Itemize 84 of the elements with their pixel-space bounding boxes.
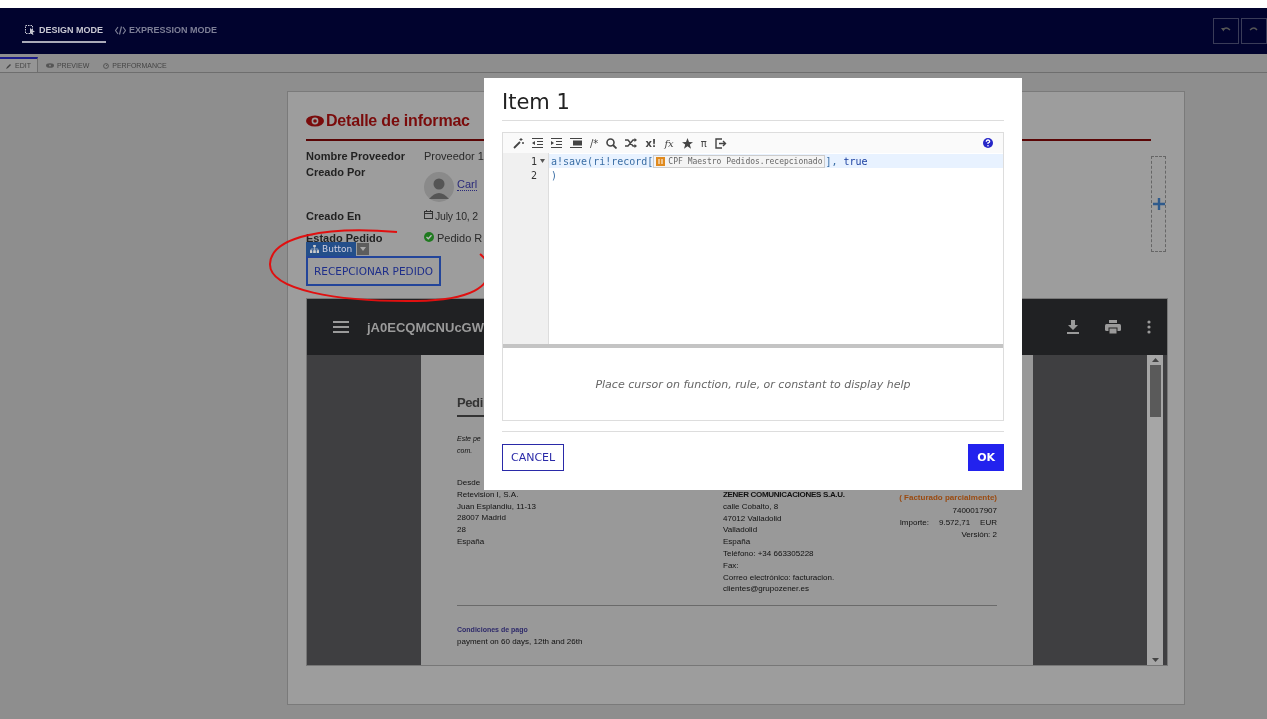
field-value: July 10, 2: [435, 210, 478, 222]
code-text: ],: [825, 155, 839, 167]
address-line: Desde: [457, 477, 482, 489]
receive-order-button[interactable]: RECEPCIONAR PEDIDO: [306, 256, 442, 286]
component-tag[interactable]: Button: [306, 242, 357, 256]
check-circle-icon: [424, 232, 434, 242]
plus-icon: [1152, 198, 1165, 210]
record-field-chip[interactable]: CPF Maestro Pedidos.recepcionado: [653, 154, 826, 168]
address-line: 28007 Madrid: [457, 512, 507, 525]
terms-text: payment on 60 days, 12th and 26th: [457, 636, 583, 648]
record-icon: [656, 156, 666, 166]
cancel-button[interactable]: CANCEL: [502, 444, 565, 471]
document-status: ( Facturado parcialmente): [899, 492, 997, 504]
help-text: Place cursor on function, rule, or constant to display help: [595, 377, 911, 391]
search-icon[interactable]: [606, 137, 618, 149]
download-button[interactable]: [1067, 320, 1079, 334]
scroll-down-icon[interactable]: [1151, 658, 1159, 662]
indent-icon[interactable]: [551, 138, 562, 148]
address-line: Teléfono: +34 663305228: [723, 548, 815, 560]
line-number: 1: [530, 155, 537, 167]
comment-button[interactable]: /*: [590, 137, 599, 149]
scrollbar-thumb[interactable]: [1149, 365, 1161, 417]
version-text: Versión: 2: [961, 528, 997, 541]
company-name: ZENER COMUNICACIONES S.A.U.: [723, 489, 846, 501]
address-line: clientes@grupozener.es: [723, 583, 810, 596]
fold-caret-icon[interactable]: [540, 159, 545, 163]
address-line: Retevision I, S.A.: [457, 488, 520, 501]
address-line: España: [723, 536, 752, 548]
document-title: jA0ECQMCNUcGW: [367, 319, 484, 335]
mode-tab[interactable]: EXPRESSION MODE: [112, 19, 221, 43]
pencil-icon: [6, 62, 12, 69]
star-icon[interactable]: [681, 137, 693, 149]
eye-icon: [45, 63, 54, 68]
user-link[interactable]: Carl: [457, 178, 478, 191]
address-line: España: [457, 536, 486, 548]
avatar-icon: [424, 172, 454, 202]
list-icon[interactable]: [570, 138, 582, 148]
constant-button[interactable]: π: [700, 137, 707, 149]
line-number: 2: [530, 169, 537, 181]
scrollbar[interactable]: [1147, 355, 1163, 665]
dialog-title: Item 1: [502, 90, 571, 114]
currency: EUR: [980, 516, 997, 529]
section-title: Detalle de informac: [326, 112, 470, 130]
tag-menu-button[interactable]: [357, 243, 370, 255]
field-value: Proveedor 1: [424, 150, 484, 162]
address-line: 28: [457, 524, 467, 536]
field-value: Pedido R: [437, 232, 483, 244]
mode-tab[interactable]: DESIGN MODE: [22, 19, 106, 43]
address-line: Fax:: [723, 559, 740, 572]
menu-button[interactable]: [333, 321, 349, 333]
code-text: a!save(ri!record[: [551, 155, 654, 167]
magic-wand-icon[interactable]: [513, 137, 524, 149]
code-editor[interactable]: /* x! fx π 1 2 a!save(ri!record[ CPF Maestro Pedidos.recepcionado ], true ) Place cursor on function, rule, or constant to display help: [502, 132, 1004, 421]
amount-label: Importe:: [899, 516, 929, 529]
function-button[interactable]: fx: [664, 137, 674, 149]
code-text: ): [551, 169, 558, 181]
amount-value: 9.572,71: [938, 516, 971, 529]
address-line: Correo electrónico: facturacion.: [723, 571, 836, 584]
field-label: Creado Por: [306, 166, 367, 180]
hierarchy-icon: [310, 245, 319, 253]
address-line: Juan Esplandiu, 11-13: [457, 500, 538, 513]
variable-button[interactable]: x!: [645, 137, 657, 149]
document-heading: Pedi: [457, 395, 483, 410]
outdent-icon[interactable]: [532, 138, 543, 148]
exit-icon[interactable]: [714, 137, 727, 149]
calendar-icon: [424, 210, 433, 219]
ok-button[interactable]: OK: [968, 444, 1004, 471]
help-icon[interactable]: [983, 138, 993, 148]
caret-icon: [360, 247, 367, 251]
field-label: Creado En: [306, 210, 362, 224]
gauge-icon: [103, 62, 110, 69]
more-button[interactable]: [1147, 320, 1151, 334]
code-keyword: true: [843, 155, 868, 167]
add-column-slot[interactable]: [1151, 156, 1166, 252]
shuffle-icon[interactable]: [625, 138, 638, 148]
eye-icon: [306, 115, 324, 127]
design-icon: [25, 25, 36, 35]
print-button[interactable]: [1105, 320, 1121, 334]
code-icon: [115, 25, 126, 35]
address-line: Valladolid: [723, 524, 759, 537]
scroll-up-icon[interactable]: [1151, 358, 1159, 362]
address-line: 47012 Valladolid: [723, 512, 783, 525]
document-number: 7400017907: [952, 505, 997, 517]
address-line: calle Cobalto, 8: [723, 500, 780, 513]
